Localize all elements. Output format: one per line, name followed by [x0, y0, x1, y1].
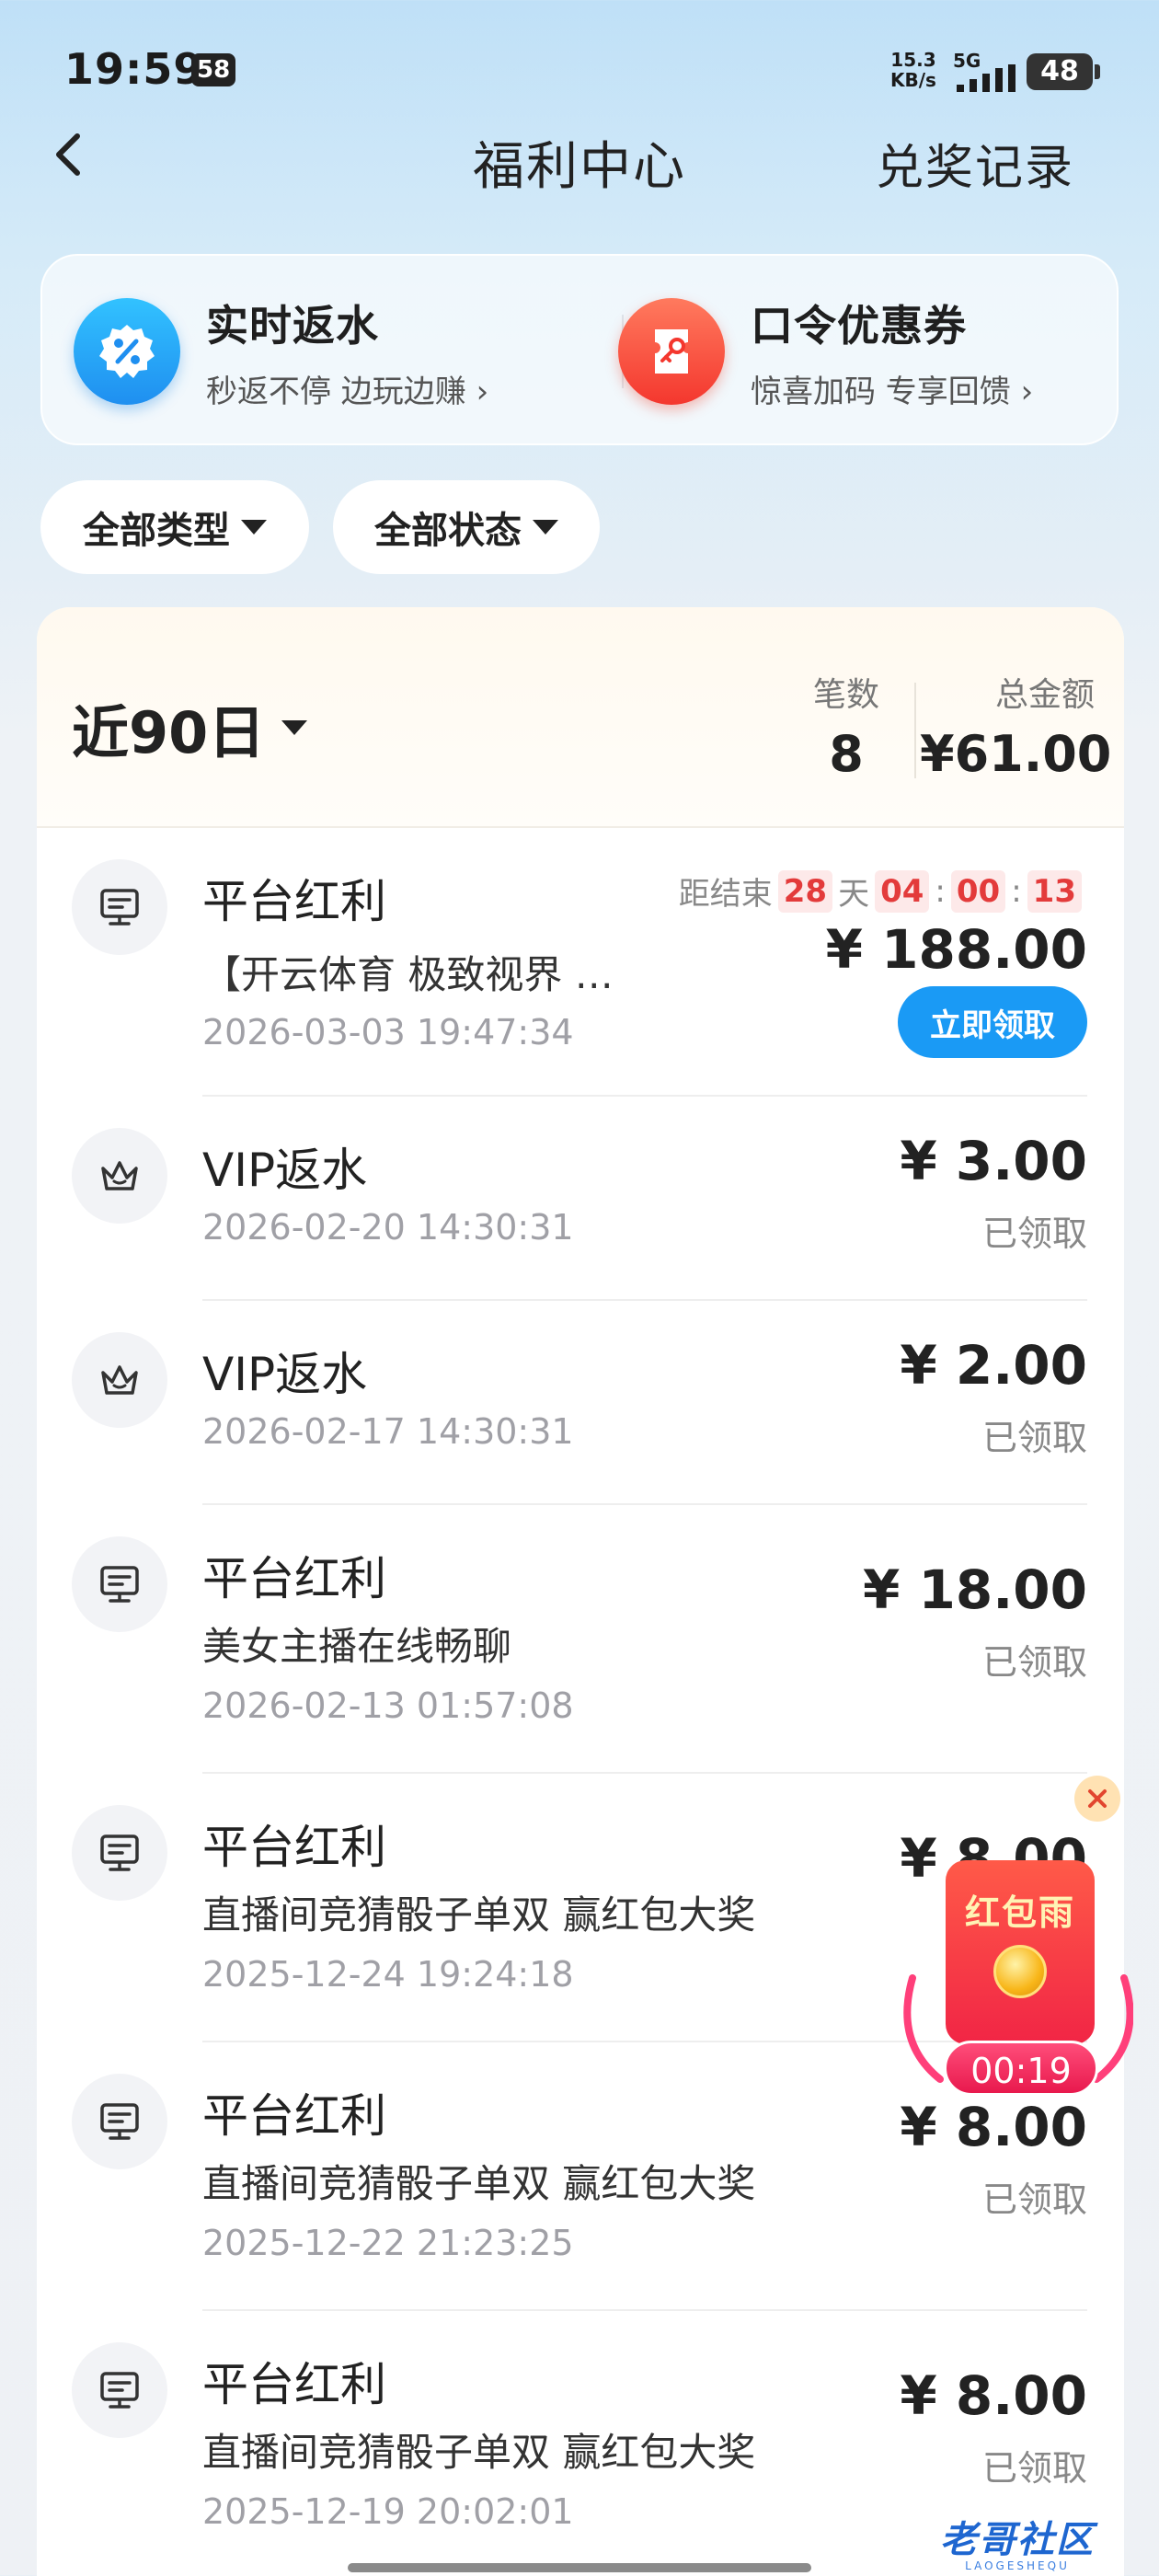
gold-coin-icon	[993, 1945, 1047, 1998]
count-label: 笔数	[812, 676, 879, 714]
record-amount: ¥ 18.00	[862, 1558, 1087, 1621]
key-ticket-icon	[618, 298, 725, 405]
monitor-icon	[72, 1805, 167, 1901]
monitor-icon	[72, 1536, 167, 1632]
summary-header: 近90日 笔数 8 总金额 ¥61.00	[37, 607, 1124, 828]
red-packet-rain-widget[interactable]: 红包雨 00:19	[903, 1776, 1133, 2125]
record-status: 已领取	[981, 2179, 1087, 2220]
home-indicator[interactable]	[348, 2563, 811, 2572]
record-status: 已领取	[981, 2448, 1087, 2489]
record-title: VIP返水	[202, 1144, 368, 1197]
record-row[interactable]: 平台红利 美女主播在线畅聊 2026-02-13 01:57:08 ¥ 18.0…	[37, 1505, 1124, 1774]
countdown-hours: 04	[875, 869, 930, 913]
status-filter-dropdown[interactable]: 全部状态	[333, 480, 600, 574]
record-amount: ¥ 8.00	[900, 2364, 1087, 2427]
countdown-timer: 距结束 28 天 04 : 00 : 13	[679, 868, 1087, 914]
caret-down-icon	[533, 520, 558, 535]
record-status: 已领取	[981, 1642, 1087, 1683]
records-list-card: 近90日 笔数 8 总金额 ¥61.00 平台红利 【开云体育 极致视界 … 2…	[37, 607, 1124, 2576]
record-title: 平台红利	[202, 1821, 386, 1874]
watermark-main: 老哥社区	[940, 2519, 1095, 2561]
record-row[interactable]: 平台红利 【开云体育 极致视界 … 2026-03-03 19:47:34 距结…	[37, 828, 1124, 1097]
record-date: 2026-02-13 01:57:08	[202, 1685, 574, 1726]
count-value: 8	[829, 725, 864, 783]
battery-icon: 48	[1027, 53, 1100, 90]
watermark-logo: 老哥社区 LAOGESHEQU	[898, 2510, 1137, 2572]
record-date: 2025-12-19 20:02:01	[202, 2491, 574, 2532]
type-filter-dropdown[interactable]: 全部类型	[40, 480, 309, 574]
promo-title: 口令优惠券	[751, 300, 967, 351]
notification-badge: 58	[191, 53, 236, 86]
status-bar: 19:59 58 15.3 KB/s 5G 48	[0, 0, 1159, 138]
record-title: 平台红利	[202, 2089, 386, 2143]
promo-card: 实时返水 秒返不停 边玩边赚 › 口令优惠券 惊喜加码 专享回馈 ›	[40, 254, 1119, 445]
promo-code-coupon[interactable]: 口令优惠券 惊喜加码 专享回馈 ›	[618, 256, 1033, 447]
total-label: 总金额	[994, 676, 1095, 714]
record-date: 2026-02-17 14:30:31	[202, 1411, 574, 1452]
claim-now-button[interactable]: 立即领取	[898, 986, 1087, 1058]
record-title: 平台红利	[202, 1552, 386, 1605]
battery-level: 48	[1040, 55, 1079, 87]
record-row[interactable]: VIP返水 2026-02-20 14:30:31 ¥ 3.00 已领取	[37, 1097, 1124, 1301]
redeem-records-link[interactable]: 兑奖记录	[876, 129, 1074, 198]
countdown-prefix: 距结束	[678, 876, 773, 913]
record-description: 美女主播在线畅聊	[202, 1624, 512, 1669]
caret-down-icon	[281, 720, 308, 735]
record-amount: ¥ 2.00	[900, 1334, 1087, 1397]
type-filter-label: 全部类型	[83, 510, 230, 552]
monitor-icon	[72, 859, 167, 955]
record-title: VIP返水	[202, 1348, 368, 1401]
record-date: 2025-12-24 19:24:18	[202, 1954, 574, 1995]
network-speed-unit: KB/s	[890, 69, 936, 91]
record-date: 2026-03-03 19:47:34	[202, 1012, 574, 1052]
watermark-sub: LAOGESHEQU	[965, 2559, 1070, 2572]
record-description: 直播间竞猜骰子单双 赢红包大奖	[202, 2430, 756, 2475]
record-title: 平台红利	[202, 2358, 386, 2411]
record-row[interactable]: VIP返水 2026-02-17 14:30:31 ¥ 2.00 已领取	[37, 1301, 1124, 1505]
status-time: 19:59	[64, 44, 204, 94]
crown-icon	[72, 1332, 167, 1428]
caret-down-icon	[241, 520, 267, 535]
record-status: 已领取	[981, 1213, 1087, 1254]
record-amount: ¥ 188.00	[825, 918, 1087, 981]
close-icon[interactable]	[1074, 1776, 1120, 1822]
red-packet-timer: 00:19	[944, 2041, 1098, 2096]
monitor-icon	[72, 2074, 167, 2169]
record-date: 2025-12-22 21:23:25	[202, 2223, 574, 2263]
countdown-seconds: 13	[1027, 869, 1082, 913]
record-date: 2026-02-20 14:30:31	[202, 1207, 574, 1248]
status-filter-label: 全部状态	[374, 510, 522, 552]
record-status: 已领取	[981, 1418, 1087, 1458]
record-description: 直播间竞猜骰子单双 赢红包大奖	[202, 1892, 756, 1938]
period-label: 近90日	[72, 699, 266, 766]
record-title: 平台红利	[202, 875, 386, 928]
promo-title: 实时返水	[206, 300, 379, 351]
red-packet-title: 红包雨	[964, 1892, 1075, 1933]
countdown-sep: :	[1011, 872, 1022, 910]
percent-badge-icon	[74, 298, 180, 405]
promo-subtitle: 惊喜加码 专享回馈 ›	[751, 373, 1034, 410]
record-description: 直播间竞猜骰子单双 赢红包大奖	[202, 2161, 756, 2206]
countdown-minutes: 00	[950, 869, 1006, 913]
countdown-sep: :	[935, 872, 946, 910]
period-dropdown[interactable]: 近90日	[72, 686, 308, 769]
countdown-days-unit: 天	[838, 876, 870, 913]
crown-icon	[72, 1128, 167, 1224]
total-value: ¥61.00	[920, 725, 1112, 783]
network-speed-value: 15.3	[890, 49, 936, 71]
network-speed: 15.3 KB/s	[890, 50, 936, 90]
record-description: 【开云体育 极致视界 …	[202, 952, 614, 997]
promo-realtime-rebate[interactable]: 实时返水 秒返不停 边玩边赚 ›	[74, 256, 488, 447]
countdown-days: 28	[777, 869, 833, 913]
summary-divider	[914, 683, 916, 778]
record-amount: ¥ 3.00	[900, 1130, 1087, 1192]
signal-icon	[957, 64, 1016, 92]
monitor-icon	[72, 2342, 167, 2438]
promo-subtitle: 秒返不停 边玩边赚 ›	[206, 373, 489, 410]
